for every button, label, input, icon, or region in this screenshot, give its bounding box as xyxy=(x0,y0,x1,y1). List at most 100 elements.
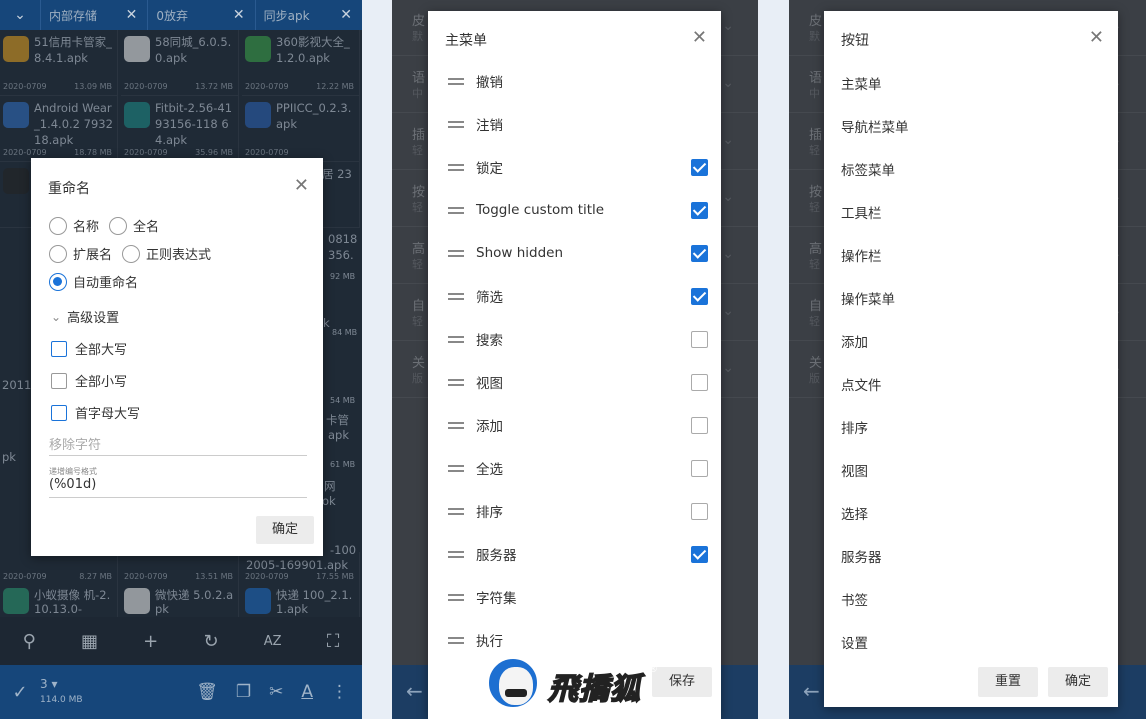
menu-item[interactable]: 服务器 xyxy=(448,539,708,569)
file-item[interactable]: 小蚁摄像 机-2.10.13.0- 2020-0709 8.27 MB xyxy=(0,552,118,618)
button-item[interactable]: 添加 xyxy=(841,331,868,351)
checkbox-uppercase[interactable]: 全部大写 xyxy=(51,339,127,358)
file-item[interactable]: Android Wear_1.4.0.2 793218.apk 2020-0709… xyxy=(0,96,118,162)
option-name[interactable]: 名称 xyxy=(49,216,99,235)
button-item[interactable]: 服务器 xyxy=(841,546,882,566)
menu-item[interactable]: 筛选 xyxy=(448,281,708,311)
menu-item[interactable]: 搜索 xyxy=(448,324,708,354)
drag-handle-icon[interactable] xyxy=(448,77,464,85)
button-item[interactable]: 操作栏 xyxy=(841,245,882,265)
checkbox-checked-icon[interactable] xyxy=(691,287,708,305)
back-arrow-icon[interactable]: ← xyxy=(406,679,423,703)
menu-item[interactable]: 视图 xyxy=(448,367,708,397)
ok-button[interactable]: 确定 xyxy=(1048,667,1108,697)
close-icon[interactable]: ✕ xyxy=(294,175,309,196)
drag-handle-icon[interactable] xyxy=(448,550,464,558)
button-item[interactable]: 排序 xyxy=(841,417,868,437)
cut-icon[interactable]: ✂ xyxy=(269,682,283,702)
button-item[interactable]: 视图 xyxy=(841,460,868,480)
option-extension[interactable]: 扩展名 xyxy=(49,244,112,263)
refresh-icon[interactable]: ↻ xyxy=(203,631,218,652)
drag-handle-icon[interactable] xyxy=(448,249,464,257)
button-item[interactable]: 标签菜单 xyxy=(841,159,895,179)
menu-item[interactable]: 添加 xyxy=(448,410,708,440)
selection-info[interactable]: 3 ▾ 114.0 MB xyxy=(40,677,83,707)
grid-view-icon[interactable]: ▦ xyxy=(81,631,98,652)
copy-icon[interactable]: ❐ xyxy=(236,682,251,702)
menu-item[interactable]: 注销 xyxy=(448,109,708,139)
add-icon[interactable]: + xyxy=(143,631,158,652)
button-item[interactable]: 书签 xyxy=(841,589,868,609)
checkbox-icon[interactable] xyxy=(691,416,708,434)
button-item[interactable]: 点文件 xyxy=(841,374,882,394)
close-icon[interactable]: ✕ xyxy=(233,7,245,23)
rename-icon[interactable]: A xyxy=(301,682,313,702)
more-icon[interactable]: ⋮ xyxy=(331,682,348,702)
delete-icon[interactable]: 🗑 xyxy=(196,682,218,702)
checkbox-capitalize[interactable]: 首字母大写 xyxy=(51,403,140,422)
sort-az-icon[interactable]: AZ xyxy=(264,634,282,649)
drag-handle-icon[interactable] xyxy=(448,507,464,515)
option-auto-rename[interactable]: 自动重命名 xyxy=(49,272,138,291)
remove-chars-field[interactable]: 移除字符 xyxy=(49,434,307,456)
menu-item[interactable]: Show hidden xyxy=(448,238,708,268)
option-regex[interactable]: 正则表达式 xyxy=(122,244,211,263)
ok-button[interactable]: 确定 xyxy=(256,516,314,544)
drag-handle-icon[interactable] xyxy=(448,163,464,171)
increment-format-field[interactable]: 递增编号格式 (%01d) xyxy=(49,466,307,498)
file-item[interactable]: Fitbit-2.56-4193156-118 64.apk 2020-0709 3… xyxy=(121,96,239,162)
file-item[interactable]: 51信用卡管家_8.4.1.apk 2020-0709 13.09 MB xyxy=(0,30,118,96)
close-icon[interactable]: ✕ xyxy=(340,7,352,23)
menu-item[interactable]: Toggle custom title xyxy=(448,195,708,225)
file-item[interactable]: 微快递 5.0.2.apk 2020-0709 13.51 MB xyxy=(121,552,239,618)
file-item[interactable]: PPIICC_0.2.3. apk 2020-0709 xyxy=(242,96,360,162)
menu-item[interactable]: 锁定 xyxy=(448,152,708,182)
menu-item[interactable]: 排序 xyxy=(448,496,708,526)
drag-handle-icon[interactable] xyxy=(448,292,464,300)
tab-discard[interactable]: 0放弃 ✕ xyxy=(147,0,254,30)
tab-internal-storage[interactable]: 内部存储 ✕ xyxy=(40,0,147,30)
select-all-icon[interactable]: ⛶ xyxy=(327,631,340,652)
reset-button[interactable]: 重置 xyxy=(978,667,1038,697)
save-button[interactable]: 保存 xyxy=(652,667,712,697)
button-item[interactable]: 主菜单 xyxy=(841,73,882,93)
file-item[interactable]: 360影视大全_1.2.0.apk 2020-0709 12.22 MB xyxy=(242,30,360,96)
advanced-settings-toggle[interactable]: ⌄ 高级设置 xyxy=(51,307,119,327)
button-item[interactable]: 选择 xyxy=(841,503,868,523)
tab-sync-apk[interactable]: 同步apk ✕ xyxy=(254,0,362,30)
drag-handle-icon[interactable] xyxy=(448,120,464,128)
button-item[interactable]: 导航栏菜单 xyxy=(841,116,909,136)
checkbox-checked-icon[interactable] xyxy=(691,545,708,563)
option-fullname[interactable]: 全名 xyxy=(109,216,159,235)
button-item[interactable]: 工具栏 xyxy=(841,202,882,222)
button-item[interactable]: 设置 xyxy=(841,632,868,652)
search-icon[interactable]: ⚲ xyxy=(23,631,36,652)
button-item[interactable]: 操作菜单 xyxy=(841,288,895,308)
menu-item[interactable]: 全选 xyxy=(448,453,708,483)
checkbox-checked-icon[interactable] xyxy=(691,244,708,262)
close-icon[interactable]: ✕ xyxy=(126,7,138,23)
checkbox-icon[interactable] xyxy=(691,373,708,391)
drag-handle-icon[interactable] xyxy=(448,206,464,214)
checkbox-checked-icon[interactable] xyxy=(691,201,708,219)
file-item[interactable]: 58同城_6.0.5.0.apk 2020-0709 13.72 MB xyxy=(121,30,239,96)
menu-item[interactable]: 字符集 xyxy=(448,582,708,612)
checkbox-icon[interactable] xyxy=(691,502,708,520)
checkbox-lowercase[interactable]: 全部小写 xyxy=(51,371,127,390)
back-arrow-icon[interactable]: ← xyxy=(803,679,820,703)
drag-handle-icon[interactable] xyxy=(448,593,464,601)
drag-handle-icon[interactable] xyxy=(448,421,464,429)
drag-handle-icon[interactable] xyxy=(448,636,464,644)
menu-item[interactable]: 撤销 xyxy=(448,66,708,96)
chevron-down-icon[interactable]: ⌄ xyxy=(0,7,40,23)
check-icon[interactable]: ✓ xyxy=(0,682,40,703)
checkbox-checked-icon[interactable] xyxy=(691,158,708,176)
close-icon[interactable]: ✕ xyxy=(1089,27,1104,48)
checkbox-icon[interactable] xyxy=(691,459,708,477)
drag-handle-icon[interactable] xyxy=(448,335,464,343)
menu-item[interactable]: 执行 xyxy=(448,625,708,655)
drag-handle-icon[interactable] xyxy=(448,378,464,386)
drag-handle-icon[interactable] xyxy=(448,464,464,472)
close-icon[interactable]: ✕ xyxy=(692,27,707,48)
checkbox-icon[interactable] xyxy=(691,330,708,348)
